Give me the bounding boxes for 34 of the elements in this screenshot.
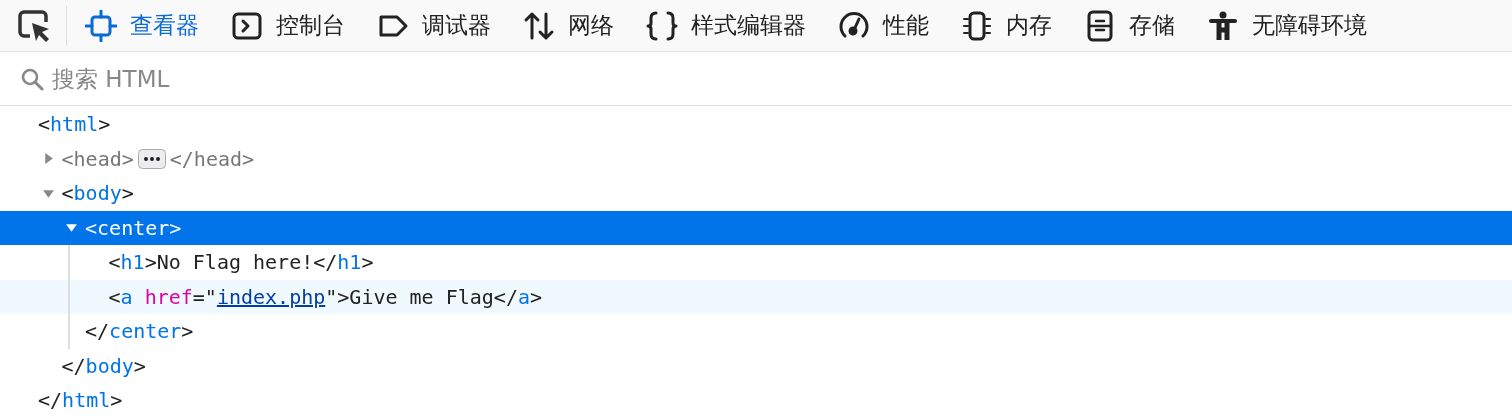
search-icon bbox=[20, 66, 44, 91]
markup-line: </body> bbox=[61, 353, 146, 378]
markup-line: </html> bbox=[38, 388, 123, 413]
markup-line: <head> bbox=[61, 146, 134, 171]
devtools-tab[interactable]: 内存 bbox=[961, 9, 1052, 42]
markup-line: </head> bbox=[169, 146, 255, 171]
cursor-icon bbox=[16, 7, 52, 44]
tree-row[interactable]: <h1>No Flag here!</h1> bbox=[0, 245, 1512, 280]
inspector-icon bbox=[85, 9, 117, 42]
person-icon bbox=[1207, 9, 1239, 42]
devtools-tab[interactable]: 控制台 bbox=[231, 9, 345, 42]
devtools-tab[interactable]: 调试器 bbox=[377, 9, 491, 42]
markup-line: <body> bbox=[61, 181, 134, 206]
braces-icon bbox=[646, 9, 678, 42]
markup-line: <center> bbox=[85, 215, 182, 240]
markup-line: <html> bbox=[38, 112, 111, 137]
chip-icon bbox=[961, 9, 993, 42]
devtools-tab[interactable]: 样式编辑器 bbox=[646, 9, 806, 42]
search-field[interactable]: 搜索 HTML bbox=[50, 64, 1512, 93]
markup-line: <a href="index.php">Give me Flag</a> bbox=[108, 284, 543, 309]
devtools-tab[interactable]: 存储 bbox=[1084, 9, 1175, 42]
devtools-tab[interactable]: 性能 bbox=[838, 9, 929, 42]
devtools-tab[interactable]: 查看器 bbox=[85, 9, 199, 42]
expand-arrow-icon[interactable] bbox=[65, 221, 78, 235]
tree-row[interactable]: <head> </head> bbox=[0, 141, 1512, 176]
devtools-tab[interactable]: 无障碍环境 bbox=[1207, 9, 1367, 42]
tree-row[interactable]: <body> bbox=[0, 176, 1512, 211]
devtools-tab[interactable]: 网络 bbox=[523, 9, 614, 42]
tree-row[interactable]: <html> bbox=[0, 107, 1512, 142]
markup-line: </center> bbox=[85, 319, 194, 344]
tree-row[interactable]: <center> bbox=[0, 210, 1512, 245]
markup-line: <h1>No Flag here!</h1> bbox=[108, 250, 374, 275]
ellipsis-button[interactable] bbox=[137, 148, 166, 169]
tree-row[interactable]: <a href="index.php">Give me Flag</a> bbox=[0, 279, 1512, 314]
